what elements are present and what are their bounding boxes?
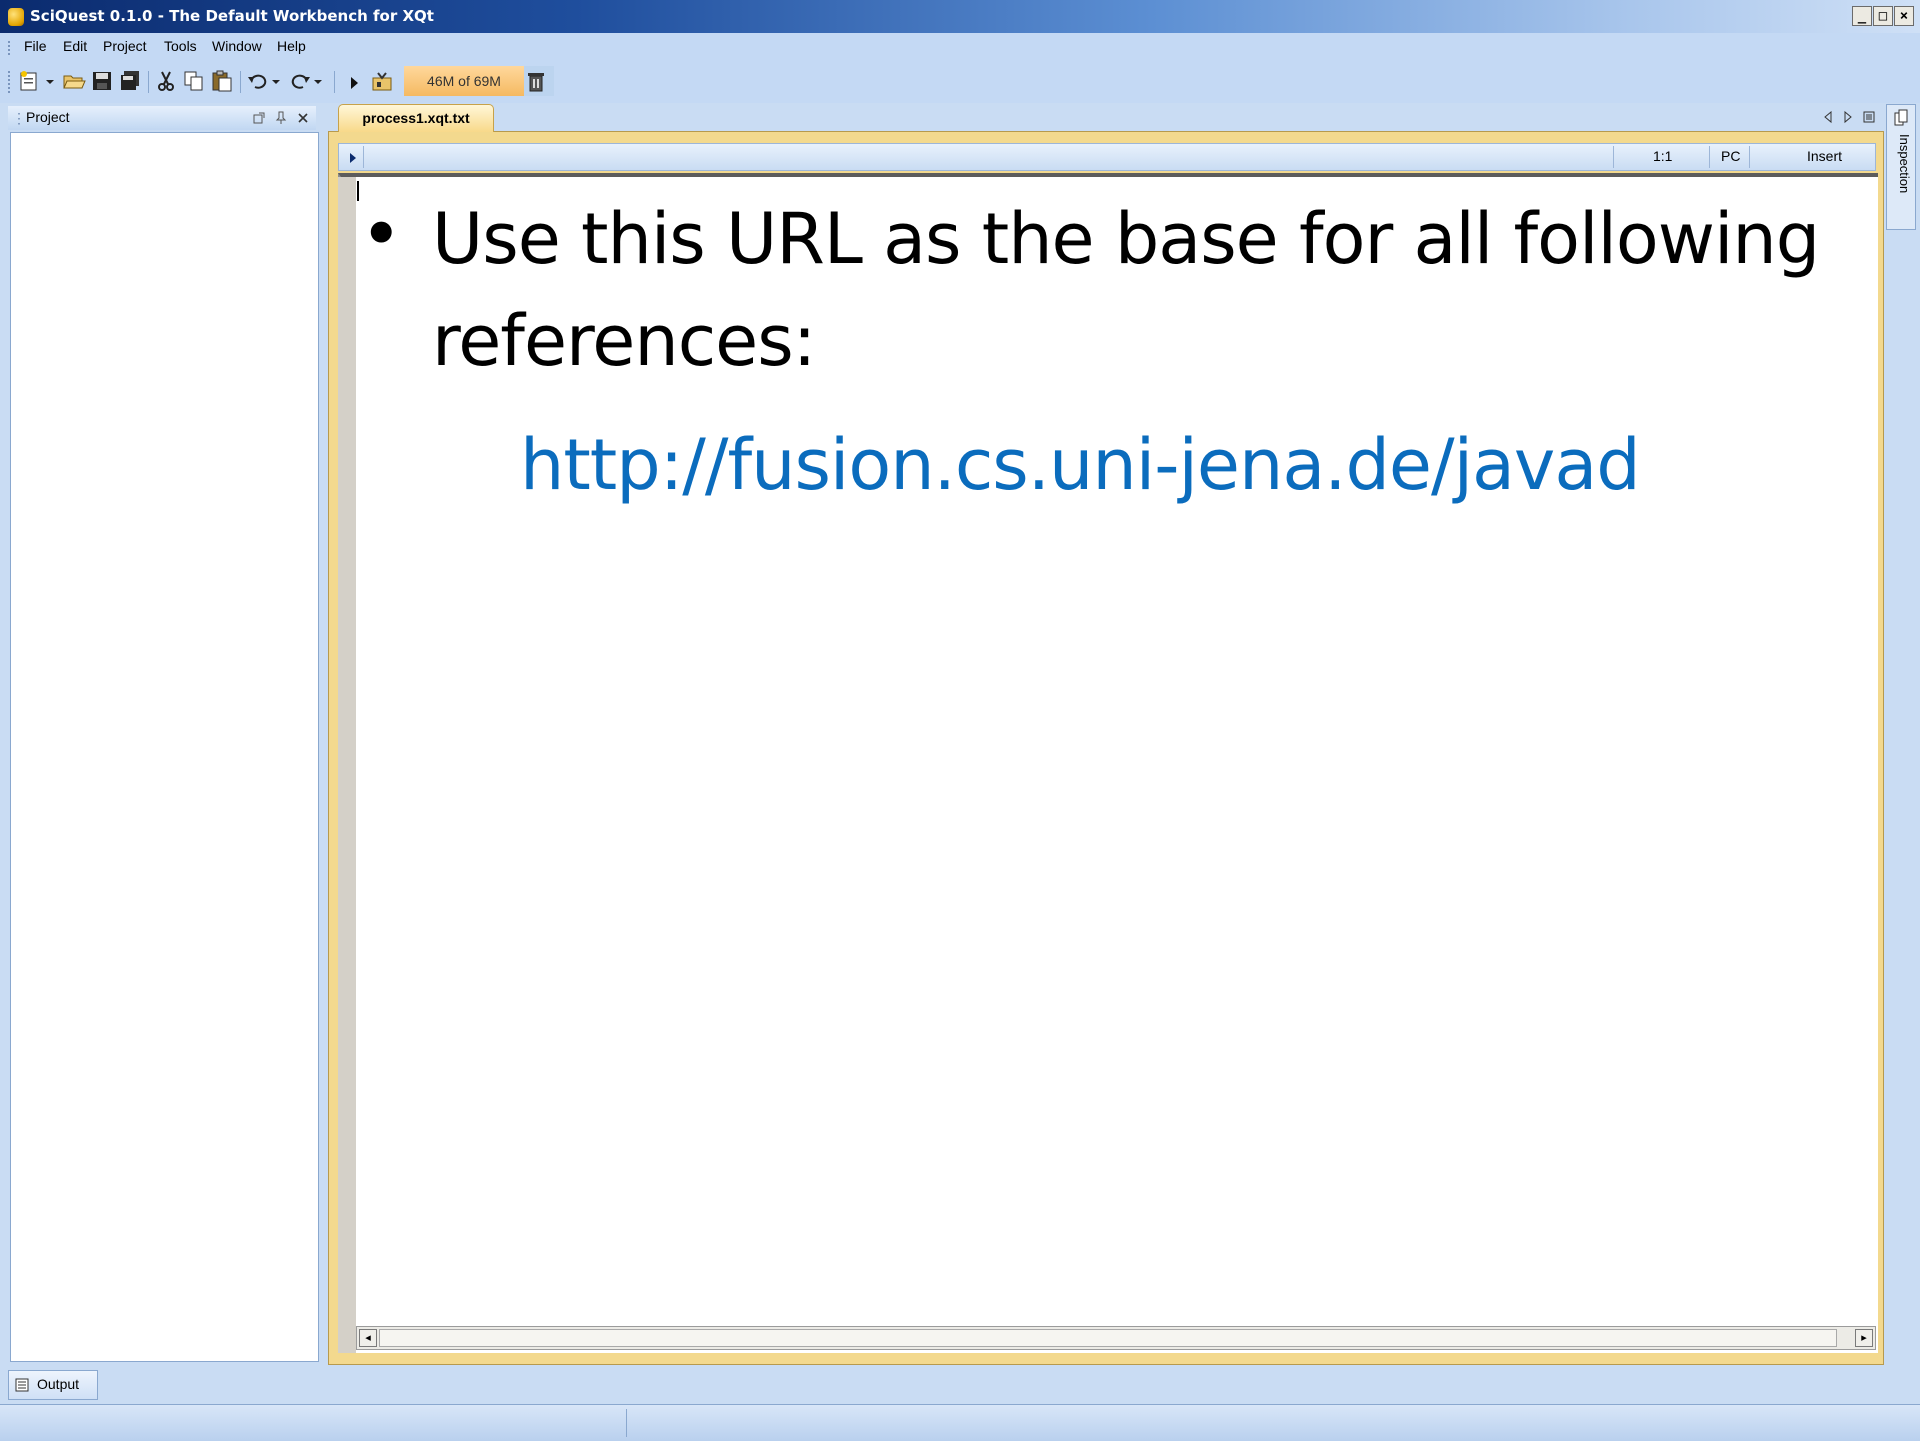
copy-icon[interactable] [182,69,206,93]
slide-text-line1: Use this URL as the base for all followi… [432,198,1820,280]
tab-process1[interactable]: process1.xqt.txt [338,104,494,132]
horizontal-scrollbar[interactable]: ◂ ▸ [356,1326,1876,1350]
undo-icon[interactable] [246,69,270,93]
menu-file[interactable]: File [24,38,47,54]
build-icon[interactable] [370,69,394,93]
insert-mode: Insert [1807,148,1843,164]
inspection-icon [1894,109,1908,126]
slide-text-line2: references: [432,300,816,382]
grip-handle: ⋮ [12,110,26,126]
menu-edit[interactable]: Edit [63,38,87,54]
undo-dropdown-icon[interactable] [270,69,282,93]
project-panel-title: Project [26,109,70,125]
cursor-position: 1:1 [1653,148,1673,164]
open-folder-icon[interactable] [62,69,86,93]
new-file-icon[interactable] [18,69,42,93]
status-divider [1749,146,1750,168]
status-divider [1613,146,1614,168]
redo-icon[interactable] [288,69,312,93]
status-divider [626,1409,627,1437]
scroll-right-button[interactable]: ▸ [1855,1329,1873,1347]
cut-icon[interactable] [154,69,178,93]
menu-tools[interactable]: Tools [164,38,197,54]
paste-icon[interactable] [210,69,234,93]
line-ending: PC [1721,148,1741,164]
save-icon[interactable] [90,69,114,93]
status-bar [0,1404,1920,1441]
close-button[interactable]: × [1894,6,1914,26]
tab-list-icon[interactable] [1862,110,1876,124]
status-divider [1709,146,1710,168]
grip-handle [8,71,13,93]
slide-url-link[interactable]: http://fusion.cs.uni-jena.de/javad [520,424,1641,506]
pin-icon[interactable] [274,111,288,125]
save-all-icon[interactable] [118,69,142,93]
app-icon [8,8,24,26]
minimize-button[interactable]: _ [1852,6,1872,26]
maximize-button[interactable]: □ [1873,6,1893,26]
title-bar: SciQuest 0.1.0 - The Default Workbench f… [0,0,1920,33]
expand-arrow-icon[interactable] [347,150,359,166]
menu-window[interactable]: Window [212,38,262,54]
menu-project[interactable]: Project [103,38,147,54]
editor-status-bar: 1:1 PC Insert [338,143,1876,171]
output-tab[interactable]: Output [8,1370,98,1400]
toolbar-separator [334,71,335,93]
menu-help[interactable]: Help [277,38,306,54]
output-icon [15,1378,29,1392]
toolbar: 46M of 69M [0,61,1920,103]
toolbar-separator [240,71,241,93]
window-title: SciQuest 0.1.0 - The Default Workbench f… [30,7,434,25]
scrollbar-thumb[interactable] [379,1329,1837,1347]
scroll-tabs-right-icon[interactable] [1842,110,1854,124]
status-divider [363,146,364,168]
close-panel-icon[interactable] [296,111,310,125]
run-icon[interactable] [342,69,366,93]
editor-tab-strip: process1.xqt.txt [328,104,1884,132]
menu-bar: File Edit Project Tools Window Help [0,33,1920,61]
memory-indicator[interactable]: 46M of 69M [404,66,524,96]
scroll-left-button[interactable]: ◂ [359,1329,377,1347]
dropdown-arrow-icon[interactable] [44,69,56,93]
scroll-tabs-left-icon[interactable] [1822,110,1834,124]
redo-dropdown-icon[interactable] [312,69,324,93]
inspection-label[interactable]: Inspection [1888,134,1912,224]
grip-handle [8,41,13,55]
editor-gutter [338,177,356,1353]
float-panel-icon[interactable] [252,111,266,125]
project-panel-header: ⋮ Project [8,106,316,130]
garbage-collect-icon[interactable] [524,69,548,93]
output-tab-label: Output [37,1376,80,1392]
slide-bullet: • [360,192,403,276]
toolbar-separator [148,71,149,93]
project-tree[interactable] [10,132,319,1362]
text-caret [357,181,359,201]
